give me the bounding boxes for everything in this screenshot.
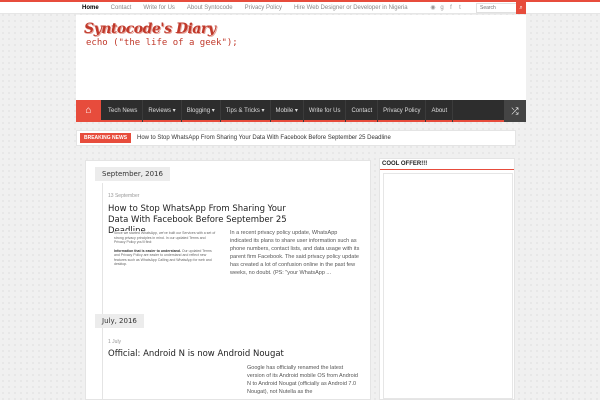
- twitter-icon[interactable]: t: [457, 4, 463, 12]
- logo-subtitle: echo ("the life of a geek");: [86, 38, 238, 48]
- home-icon: ⌂: [85, 105, 92, 116]
- topnav-write-for-us[interactable]: Write for Us: [137, 2, 181, 15]
- post-title-link[interactable]: Official: Android N is now Android Nouga…: [108, 349, 358, 360]
- social-icons: ◉ g f t: [430, 4, 463, 12]
- post-date: 13 September: [108, 193, 140, 199]
- nav-about[interactable]: About: [426, 100, 454, 122]
- home-button[interactable]: ⌂: [76, 100, 101, 122]
- main-nav: ⌂ Tech News Reviews ▾ Blogging ▾ Tips & …: [76, 100, 526, 122]
- top-bar: Home Contact Write for Us About Syntocod…: [0, 0, 600, 14]
- google-plus-icon[interactable]: g: [439, 4, 445, 12]
- topnav-hire[interactable]: Hire Web Designer or Developer in Nigeri…: [288, 2, 414, 15]
- thumbnail-text: Information that is easier to understand…: [114, 249, 216, 267]
- search-icon: ⌕: [519, 5, 523, 11]
- nav-mobile[interactable]: Mobile ▾: [271, 100, 304, 122]
- timeline-content: September, 2016 13 September How to Stop…: [85, 160, 371, 400]
- sidebar: COOL OFFER!!!: [379, 158, 515, 400]
- top-nav: Home Contact Write for Us About Syntocod…: [76, 0, 414, 15]
- nav-tech-news[interactable]: Tech News: [103, 100, 144, 122]
- rss-icon[interactable]: ◉: [430, 4, 436, 12]
- month-label: September, 2016: [95, 167, 170, 181]
- random-post-button[interactable]: ⤮: [504, 100, 526, 122]
- topnav-about[interactable]: About Syntocode: [181, 2, 239, 15]
- post-date: 1 July: [108, 339, 122, 345]
- topnav-contact[interactable]: Contact: [105, 2, 138, 15]
- logo-title: Syntocode's Diary: [84, 21, 216, 37]
- breaking-news-link[interactable]: How to Stop WhatsApp From Sharing Your D…: [137, 133, 391, 143]
- nav-write-for-us[interactable]: Write for Us: [304, 100, 347, 122]
- widget-title: COOL OFFER!!!: [382, 161, 428, 167]
- topnav-privacy[interactable]: Privacy Policy: [239, 2, 288, 15]
- facebook-icon[interactable]: f: [448, 4, 454, 12]
- post-thumbnail[interactable]: Since we started WhatsApp, we've built o…: [114, 231, 216, 299]
- nav-privacy-policy[interactable]: Privacy Policy: [378, 100, 427, 122]
- topnav-home[interactable]: Home: [76, 0, 105, 15]
- nav-contact[interactable]: Contact: [346, 100, 379, 122]
- nav-tips-tricks[interactable]: Tips & Tricks ▾: [221, 100, 271, 122]
- post-excerpt: Google has officially renamed the latest…: [247, 365, 358, 395]
- thumbnail-bold-text: Information that is easier to understand…: [114, 248, 181, 253]
- main-nav-items: Tech News Reviews ▾ Blogging ▾ Tips & Tr…: [103, 100, 454, 122]
- month-label: July, 2016: [95, 314, 144, 328]
- nav-reviews[interactable]: Reviews ▾: [143, 100, 182, 122]
- shuffle-icon: ⤮: [511, 106, 519, 116]
- widget-divider: [380, 169, 514, 170]
- thumbnail-text: Since we started WhatsApp, we've built o…: [114, 231, 216, 244]
- site-header: Syntocode's Diary echo ("the life of a g…: [76, 15, 526, 100]
- breaking-news-bar: Breaking News How to Stop WhatsApp From …: [76, 130, 516, 146]
- ad-widget-box[interactable]: [383, 173, 513, 399]
- post-excerpt: In a recent privacy policy update, Whats…: [230, 230, 360, 276]
- nav-blogging[interactable]: Blogging ▾: [182, 100, 221, 122]
- timeline-line: [102, 183, 103, 400]
- search-button[interactable]: ⌕: [516, 2, 526, 14]
- breaking-news-label: Breaking News: [80, 133, 132, 143]
- site-logo[interactable]: Syntocode's Diary echo ("the life of a g…: [84, 21, 238, 48]
